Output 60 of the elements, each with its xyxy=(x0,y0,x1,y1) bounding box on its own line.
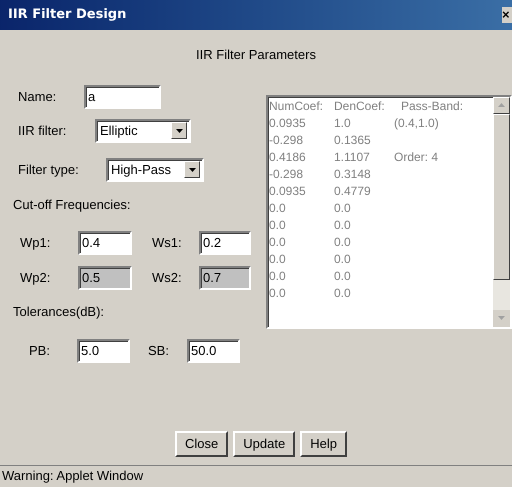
output-text: 0.0 xyxy=(334,284,352,302)
caret-icon xyxy=(171,122,187,139)
field-label: Wp2: xyxy=(20,269,52,288)
number-field[interactable]: 5.0 xyxy=(77,338,130,362)
output-text: 0.4186 xyxy=(269,148,307,166)
field-label: Wp1: xyxy=(20,234,52,252)
section-heading: IIR Filter Parameters xyxy=(196,47,316,62)
field-label: Ws1: xyxy=(152,234,183,252)
output-text: NumCoef: xyxy=(269,98,324,114)
output-text: 0.0 xyxy=(269,284,287,302)
output-text: 1.1107 xyxy=(334,148,371,166)
output-text: 0.0 xyxy=(269,268,287,284)
output-text: 0.0935 xyxy=(269,182,307,200)
output-text: 0.0 xyxy=(334,250,352,268)
down-arrow-icon xyxy=(498,316,505,320)
output-text: 0.0 xyxy=(269,200,287,216)
up-arrow-icon xyxy=(498,103,505,107)
group-label: Cut-off Frequencies: xyxy=(13,196,132,214)
dialog-button[interactable]: Help xyxy=(300,431,347,457)
output-text: -0.298 xyxy=(269,166,304,182)
window-title: IIR Filter Design xyxy=(8,6,126,24)
output-text: 0.0 xyxy=(334,216,352,234)
status-bar: Warning: Applet Window xyxy=(0,465,512,487)
field-label: Filter type: xyxy=(18,160,80,179)
output-text: (0.4,1.0) xyxy=(394,114,439,132)
output-text-area[interactable]: NumCoef: DenCoef: Pass-Band: 0.0935 1.0 (0.4,1.0) -0.298 0.1365 0.4186 1.1107 Order: 4 -0.298 0.3148 0.0935 0.4779 0.0 0.0 0.0 0.0 0.0 0.0 0.0 0.0 0.0 0.0 0.0 0.0 xyxy=(266,94,512,328)
field-label: PB: xyxy=(29,342,51,360)
dropdown[interactable]: High-Pass xyxy=(106,158,204,182)
output-text: 1.0 xyxy=(334,114,352,132)
close-button[interactable]: × xyxy=(502,7,512,23)
name-field[interactable]: a xyxy=(84,84,161,108)
scroll-thumb[interactable] xyxy=(493,114,510,280)
dialog-button[interactable]: Update xyxy=(233,431,296,457)
number-field[interactable]: 50.0 xyxy=(187,338,240,362)
group-label: Tolerances(dB): xyxy=(13,303,106,321)
output-text: 0.0 xyxy=(334,234,352,250)
output-text: -0.298 xyxy=(269,132,304,148)
output-text: 0.0 xyxy=(269,250,287,268)
field-label: Ws2: xyxy=(152,269,183,288)
output-text: 0.0935 xyxy=(269,114,307,132)
output-text: DenCoef: xyxy=(334,98,386,114)
output-text: 0.0 xyxy=(269,234,287,250)
number-field[interactable]: 0.2 xyxy=(199,231,251,255)
scroll-up-button[interactable] xyxy=(493,96,510,114)
output-text: 0.3148 xyxy=(334,166,372,182)
field-label: Name: xyxy=(18,88,58,106)
caret-icon xyxy=(184,161,200,178)
output-text: 0.4779 xyxy=(334,182,372,200)
field-label: IIR filter: xyxy=(18,122,68,140)
output-text: 0.0 xyxy=(334,200,352,216)
dialog-button[interactable]: Close xyxy=(175,431,228,457)
output-text: 0.1365 xyxy=(334,132,372,148)
dropdown[interactable]: Elliptic xyxy=(95,118,191,142)
output-text: Pass-Band: xyxy=(401,98,464,114)
output-text: Order: 4 xyxy=(394,148,438,166)
output-text: 0.0 xyxy=(269,216,287,234)
output-text: 0.0 xyxy=(334,268,352,284)
scrollbar[interactable] xyxy=(493,96,510,326)
number-field[interactable]: 0.4 xyxy=(78,231,132,255)
field-label: SB: xyxy=(148,342,170,360)
